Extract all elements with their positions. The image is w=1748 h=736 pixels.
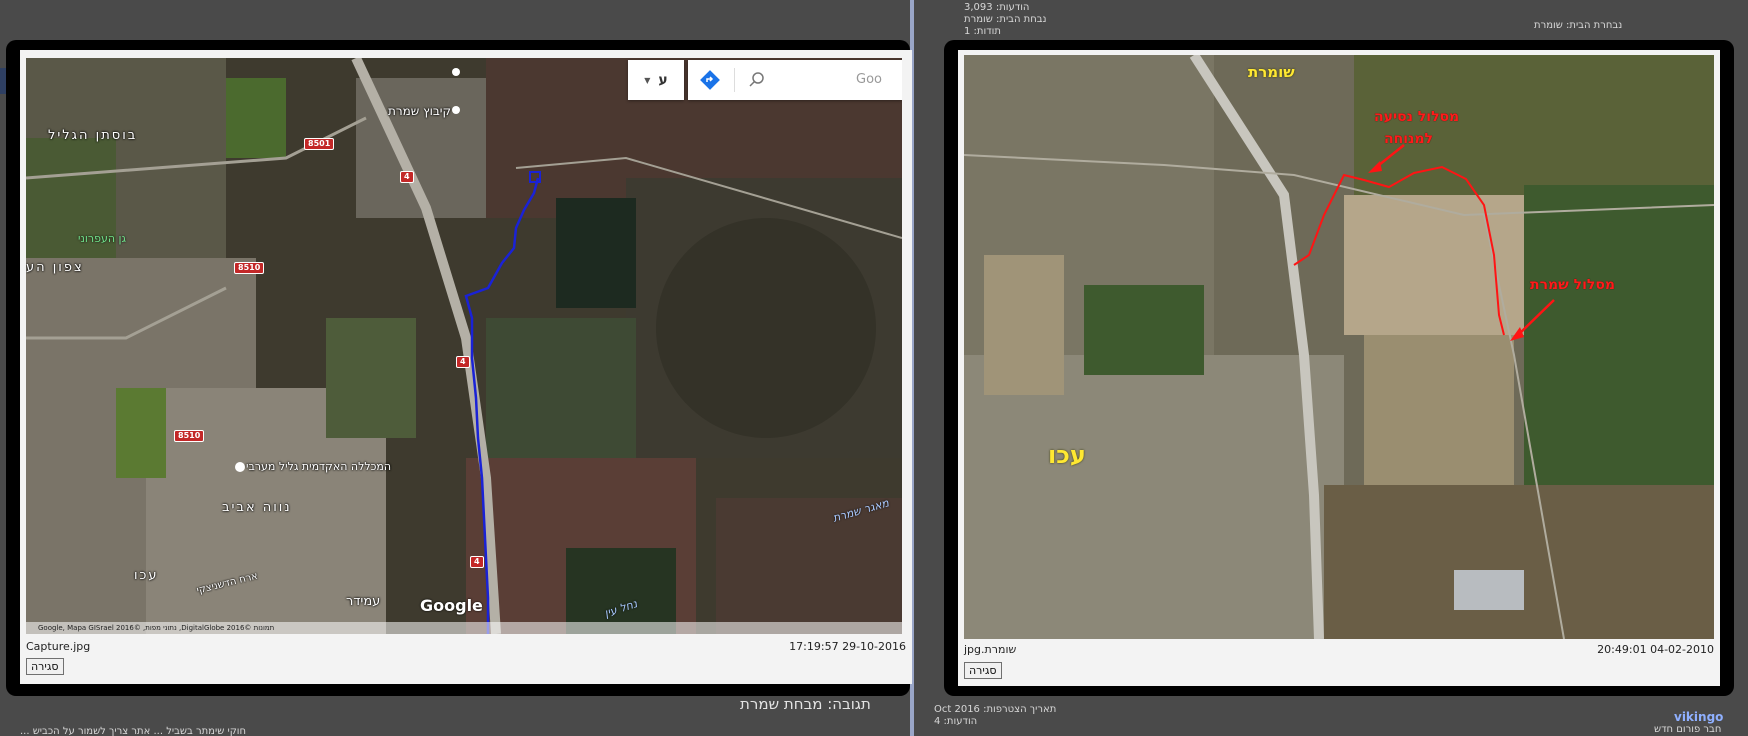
forum-posts-count-2: הודעות: 4 xyxy=(934,716,978,727)
annotated-satellite-image: שומרת מסלול נסיעה למנוחה מסלול שמרת עכו xyxy=(964,55,1714,639)
annotation-shomrat: שומרת xyxy=(1248,63,1295,81)
annotation-akko: עכו xyxy=(1048,441,1086,469)
chevron-down-icon: ▼ xyxy=(644,75,651,85)
map-screenshot-image: ▼ ע Goo קיבוץ שמרת בוסתן הגליל גן העפרונ… xyxy=(26,58,902,634)
search-divider xyxy=(734,68,735,92)
viewer-panel: ▼ ע Goo קיבוץ שמרת בוסתן הגליל גן העפרונ… xyxy=(20,50,912,684)
forum-username-link[interactable]: vikingo xyxy=(1674,710,1723,724)
directions-icon[interactable] xyxy=(700,70,720,90)
map-label-gan-haefroni: גן העפרוני xyxy=(78,232,127,245)
viewer-panel: שומרת מסלול נסיעה למנוחה מסלול שמרת עכו … xyxy=(958,50,1720,686)
map-search-box[interactable]: Goo xyxy=(688,60,902,100)
image-filename: Capture.jpg xyxy=(26,640,91,653)
forum-post-text: חוקי שימתר בשביל ... אתר צריך לשמור על ה… xyxy=(20,726,247,736)
annotation-access-route-line1: מסלול נסיעה xyxy=(1374,109,1460,125)
image-timestamp: 20:49:01 04-02-2010 xyxy=(1597,643,1714,656)
map-label-college: המכללה האקדמית גליל מערבי xyxy=(246,460,392,473)
right-image-viewer: שומרת מסלול נסיעה למנוחה מסלול שמרת עכו … xyxy=(944,40,1734,696)
forum-join-date: תאריך הצטרפות: Oct 2016 xyxy=(934,704,1057,715)
road-shield-4: 4 xyxy=(400,171,414,183)
road-shield-8510-b: 8510 xyxy=(174,430,205,442)
reply-title: תגובה: מבחת שמרת xyxy=(740,695,871,713)
annotation-shomrat-route: מסלול שמרת xyxy=(1530,277,1616,293)
image-filename: jpg.שומרת xyxy=(964,643,1017,656)
language-dropdown[interactable]: ▼ ע xyxy=(628,60,684,100)
language-label: ע xyxy=(658,72,668,88)
annotation-access-route-line2: למנוחה xyxy=(1384,131,1433,147)
road-shield-8510: 8510 xyxy=(234,262,265,274)
road-shield-8501: 8501 xyxy=(304,138,335,150)
road-shield-4-b: 4 xyxy=(456,356,470,368)
search-placeholder[interactable]: Goo xyxy=(856,72,882,87)
forum-home-team: נבחת הבית: שומרת xyxy=(964,14,1047,25)
forum-thanks: תודות: 1 xyxy=(964,26,1001,37)
forum-user-rank: חבר פורום חדש xyxy=(1654,724,1722,735)
map-label-tzafon-hair: צפון הע xyxy=(26,260,84,275)
google-logo: Google xyxy=(420,596,483,615)
map-attribution: Google, Mapa GISrael 2016© ,נתוני מפות ,… xyxy=(26,622,902,634)
satellite-photo-graphic xyxy=(964,55,1714,639)
road-shield-4-c: 4 xyxy=(470,556,484,568)
map-label-neve-aviv: נווה אביב xyxy=(222,500,292,515)
search-icon[interactable] xyxy=(748,71,766,89)
image-timestamp: 17:19:57 29-10-2016 xyxy=(789,640,906,653)
close-button[interactable]: סגירה xyxy=(26,658,64,675)
satellite-map-graphic xyxy=(26,58,902,634)
map-label-bustan-hagalil: בוסתן הגליל xyxy=(48,128,138,143)
forum-posts-count: הודעות: 3,093 xyxy=(964,2,1030,13)
map-label-akko: עכו xyxy=(134,568,159,583)
left-image-viewer: ▼ ע Goo קיבוץ שמרת בוסתן הגליל גן העפרונ… xyxy=(6,40,912,696)
map-label-amida: עמידר xyxy=(346,594,381,609)
close-button[interactable]: סגירה xyxy=(964,662,1002,679)
map-label-kibbutz-shamrat: קיבוץ שמרת xyxy=(388,104,452,118)
forum-home-team-2: נבחרת הבית: שומרת xyxy=(1534,20,1623,31)
